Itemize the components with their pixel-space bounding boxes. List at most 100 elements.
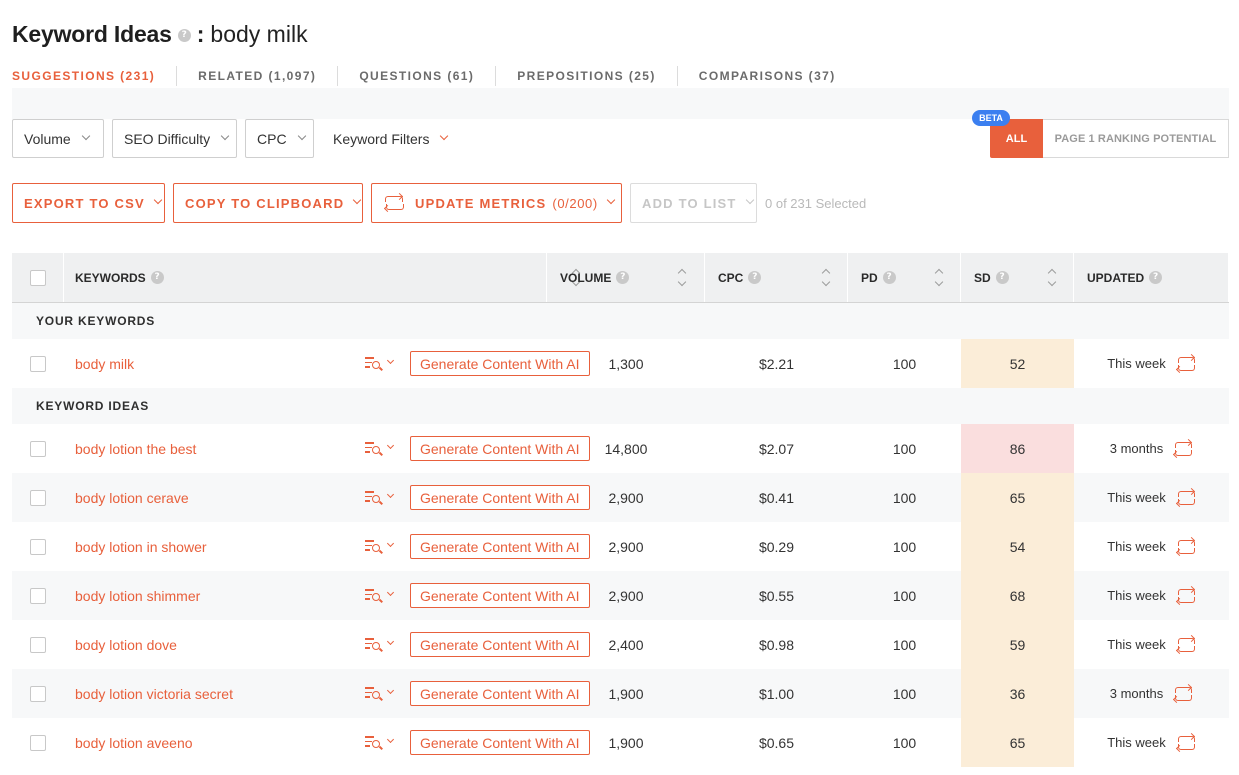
serp-analysis-icon[interactable] — [365, 637, 397, 653]
row-checkbox[interactable] — [30, 734, 46, 751]
add-to-list-button[interactable]: ADD TO LIST — [630, 183, 757, 223]
updated-cell: This week — [1074, 473, 1229, 522]
select-all-checkbox[interactable] — [29, 269, 46, 286]
row-checkbox[interactable] — [30, 440, 46, 457]
copy-clipboard-button[interactable]: COPY TO CLIPBOARD — [173, 183, 363, 223]
row-checkbox[interactable] — [30, 538, 46, 555]
refresh-icon[interactable] — [1175, 732, 1196, 752]
refresh-icon[interactable] — [1173, 438, 1193, 458]
refresh-icon[interactable] — [1175, 536, 1196, 556]
refresh-icon[interactable] — [1175, 634, 1196, 654]
page1-ranking-potential-button[interactable]: PAGE 1 RANKING POTENTIAL — [1043, 119, 1229, 158]
keyword-cell: body lotion shimmer Generate Content With… — [64, 571, 590, 620]
chevron-down-icon — [81, 131, 90, 140]
row-checkbox-cell — [12, 339, 64, 388]
updated-cell: This week — [1074, 522, 1229, 571]
column-volume[interactable]: VOLUME ? — [547, 253, 705, 302]
generate-content-button[interactable]: Generate Content With AI — [410, 351, 590, 376]
help-icon[interactable]: ? — [748, 271, 762, 284]
generate-content-button[interactable]: Generate Content With AI — [410, 730, 590, 755]
sd-cell: 52 — [961, 339, 1074, 388]
chevron-down-icon — [440, 131, 449, 140]
volume-filter-label: Volume — [24, 130, 71, 147]
updated-label: This week — [1107, 637, 1166, 652]
generate-content-button[interactable]: Generate Content With AI — [410, 485, 590, 510]
refresh-icon[interactable] — [1175, 353, 1196, 373]
keyword-link[interactable]: body lotion victoria secret — [75, 686, 233, 702]
tab-related[interactable]: RELATED (1,097) — [198, 66, 339, 86]
serp-analysis-icon[interactable] — [365, 588, 397, 604]
updated-label: This week — [1107, 490, 1166, 505]
keyword-link[interactable]: body lotion shimmer — [75, 588, 200, 604]
sort-icon[interactable] — [1047, 267, 1057, 289]
pd-cell: 100 — [892, 538, 917, 555]
row-checkbox[interactable] — [30, 685, 46, 702]
keyword-link[interactable]: body lotion cerave — [75, 490, 189, 506]
cpc-filter-dropdown[interactable]: CPC — [245, 119, 314, 158]
chevron-down-icon — [606, 195, 616, 205]
column-updated[interactable]: UPDATED ? — [1074, 253, 1229, 302]
help-icon[interactable]: ? — [616, 271, 630, 284]
tab-comparisons[interactable]: COMPARISONS (37) — [699, 66, 857, 86]
refresh-icon[interactable] — [1175, 585, 1196, 605]
help-icon[interactable]: ? — [882, 271, 896, 284]
column-sd[interactable]: SD ? — [961, 253, 1074, 302]
tab-suggestions[interactable]: SUGGESTIONS (231) — [12, 66, 178, 86]
sort-icon[interactable] — [821, 267, 831, 289]
row-checkbox[interactable] — [30, 489, 46, 506]
keyword-cell: body lotion victoria secret Generate Cont… — [64, 669, 590, 718]
keyword-link[interactable]: body milk — [75, 356, 134, 372]
cpc-cell: $0.55 — [758, 587, 795, 604]
sort-icon[interactable] — [677, 267, 687, 289]
section-keyword-ideas: KEYWORD IDEAS — [12, 388, 1229, 424]
column-cpc[interactable]: CPC ? — [705, 253, 848, 302]
refresh-icon[interactable] — [1173, 683, 1193, 703]
serp-analysis-icon[interactable] — [365, 539, 397, 555]
generate-content-button[interactable]: Generate Content With AI — [410, 534, 590, 559]
row-checkbox[interactable] — [30, 636, 46, 653]
generate-content-button[interactable]: Generate Content With AI — [410, 632, 590, 657]
title-separator: : — [196, 20, 205, 47]
row-checkbox[interactable] — [30, 587, 46, 604]
keyword-link[interactable]: body lotion the best — [75, 441, 196, 457]
pd-cell: 100 — [892, 587, 917, 604]
help-icon[interactable]: ? — [995, 271, 1009, 284]
updated-cell: This week — [1074, 339, 1229, 388]
chevron-down-icon — [153, 195, 163, 205]
keyword-link[interactable]: body lotion aveeno — [75, 735, 193, 751]
column-pd[interactable]: PD ? — [848, 253, 961, 302]
keywords-table: KEYWORDS ? VOLUME ? CPC ? PD ? SD ? UPDA… — [12, 253, 1229, 767]
cpc-cell: $0.29 — [758, 538, 795, 555]
generate-content-button[interactable]: Generate Content With AI — [410, 681, 590, 706]
row-checkbox-cell — [12, 571, 64, 620]
keyword-link[interactable]: body lotion in shower — [75, 539, 207, 555]
refresh-icon[interactable] — [1175, 487, 1196, 507]
keyword-link[interactable]: body lotion dove — [75, 637, 177, 653]
generate-content-button[interactable]: Generate Content With AI — [410, 583, 590, 608]
serp-analysis-icon[interactable] — [365, 735, 397, 751]
help-icon[interactable]: ? — [1149, 271, 1163, 284]
serp-analysis-icon[interactable] — [365, 356, 397, 372]
row-checkbox[interactable] — [30, 355, 46, 372]
export-csv-button[interactable]: EXPORT TO CSV — [12, 183, 165, 223]
help-icon[interactable]: ? — [150, 271, 164, 284]
sort-icon[interactable] — [934, 267, 944, 289]
tab-prepositions[interactable]: PREPOSITIONS (25) — [517, 66, 678, 86]
serp-analysis-icon[interactable] — [365, 490, 397, 506]
keyword-filters-dropdown[interactable]: Keyword Filters — [333, 119, 449, 158]
seo-difficulty-filter-dropdown[interactable]: SEO Difficulty — [112, 119, 237, 158]
keyword-cell: body lotion aveeno Generate Content With … — [64, 718, 590, 767]
serp-analysis-icon[interactable] — [365, 441, 397, 457]
add-to-list-label: ADD TO LIST — [642, 195, 737, 211]
volume-filter-dropdown[interactable]: Volume — [12, 119, 104, 158]
cpc-cell: $2.21 — [758, 355, 795, 372]
generate-content-button[interactable]: Generate Content With AI — [410, 436, 590, 461]
update-metrics-button[interactable]: UPDATE METRICS (0/200) — [371, 183, 622, 223]
serp-analysis-icon[interactable] — [365, 686, 397, 702]
chevron-down-icon — [220, 131, 230, 140]
column-keywords[interactable]: KEYWORDS ? — [64, 253, 547, 302]
row-checkbox-cell — [12, 669, 64, 718]
keyword-cell: body lotion in shower Generate Content Wi… — [64, 522, 590, 571]
help-icon[interactable]: ? — [177, 28, 191, 42]
tab-questions[interactable]: QUESTIONS (61) — [359, 66, 497, 86]
